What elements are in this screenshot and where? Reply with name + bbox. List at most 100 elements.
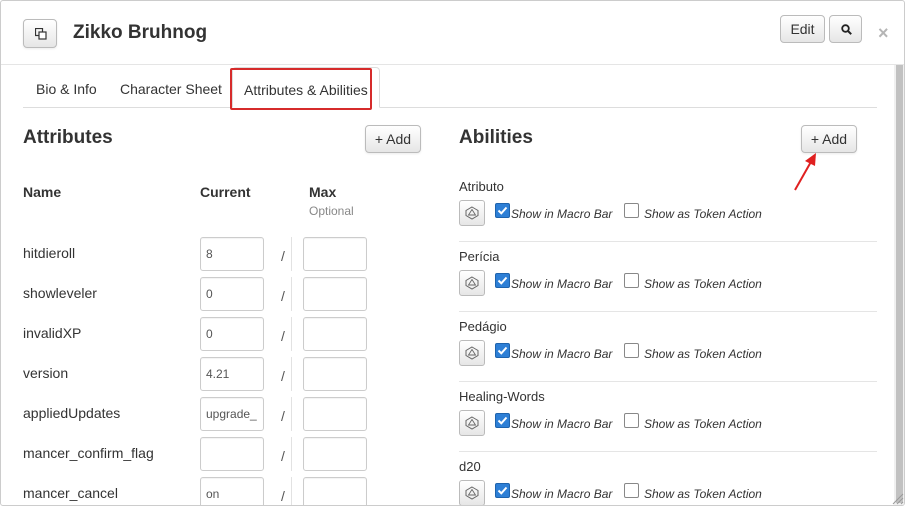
attribute-divider <box>291 397 292 431</box>
tab-bio-info[interactable]: Bio & Info <box>36 67 97 108</box>
character-dialog: Zikko Bruhnog Edit × Bio & Info Characte… <box>0 0 905 506</box>
attribute-slash: / <box>281 248 285 264</box>
roll-button[interactable] <box>459 340 485 366</box>
attribute-max-input[interactable] <box>303 237 367 271</box>
attribute-slash: / <box>281 488 285 504</box>
macro-bar-checkbox[interactable] <box>495 203 510 218</box>
attribute-slash: / <box>281 368 285 384</box>
attribute-max-input[interactable] <box>303 437 367 471</box>
macro-bar-label: Show in Macro Bar <box>511 347 613 361</box>
attribute-current-input[interactable]: 0 <box>200 277 264 311</box>
attribute-max-input[interactable] <box>303 477 367 505</box>
attribute-current-input[interactable]: 4.21 <box>200 357 264 391</box>
attribute-divider <box>291 477 292 505</box>
column-header-max-optional: Optional <box>309 204 354 218</box>
attribute-name: invalidXP <box>23 325 82 341</box>
attribute-slash: / <box>281 408 285 424</box>
attribute-name: hitdieroll <box>23 245 76 261</box>
attribute-slash: / <box>281 288 285 304</box>
token-action-label: Show as Token Action <box>644 207 762 221</box>
macro-bar-label: Show in Macro Bar <box>511 207 613 221</box>
tab-character-sheet[interactable]: Character Sheet <box>120 67 222 108</box>
popout-button[interactable] <box>23 19 57 48</box>
attribute-divider <box>291 437 292 471</box>
roll-button[interactable] <box>459 270 485 296</box>
macro-bar-label: Show in Macro Bar <box>511 487 613 501</box>
token-action-label: Show as Token Action <box>644 417 762 431</box>
ability-name[interactable]: Atributo <box>459 179 504 194</box>
tab-highlight-annotation <box>230 68 372 110</box>
attribute-name: version <box>23 365 69 381</box>
attribute-current-input[interactable]: 8 <box>200 237 264 271</box>
ability-name[interactable]: d20 <box>459 459 481 474</box>
token-action-checkbox[interactable] <box>624 413 639 428</box>
add-attribute-button[interactable]: + Add <box>365 125 421 153</box>
attribute-current-input[interactable]: upgrade_ <box>200 397 264 431</box>
attribute-max-input[interactable] <box>303 277 367 311</box>
attributes-title: Attributes <box>23 127 113 148</box>
attribute-slash: / <box>281 448 285 464</box>
token-action-checkbox[interactable] <box>624 273 639 288</box>
d20-dice-icon <box>465 206 479 220</box>
scrollbar-thumb[interactable] <box>896 65 903 503</box>
attribute-current-input[interactable]: 0 <box>200 317 264 351</box>
column-header-name: Name <box>23 184 62 200</box>
attribute-max-input[interactable] <box>303 357 367 391</box>
macro-bar-label: Show in Macro Bar <box>511 277 613 291</box>
attribute-row: mancer_cancel on / <box>23 477 423 505</box>
column-header-current: Current <box>200 184 251 200</box>
vertical-scrollbar[interactable] <box>894 65 904 505</box>
ability-name[interactable]: Perícia <box>459 249 499 264</box>
character-name: Zikko Bruhnog <box>73 22 208 43</box>
d20-dice-icon <box>465 346 479 360</box>
ability-row: Pedágio Show in Macro Bar Show as Token … <box>459 312 877 382</box>
checkmark-icon <box>497 206 508 215</box>
roll-button[interactable] <box>459 410 485 436</box>
checkmark-icon <box>497 416 508 425</box>
checkmark-icon <box>497 276 508 285</box>
roll-button[interactable] <box>459 200 485 226</box>
search-icon <box>841 24 852 35</box>
attribute-current-input[interactable] <box>200 437 264 471</box>
d20-dice-icon <box>465 276 479 290</box>
attribute-current-input[interactable]: on <box>200 477 264 505</box>
attribute-divider <box>291 317 292 351</box>
abilities-title: Abilities <box>459 127 533 148</box>
attribute-name: showleveler <box>23 285 97 301</box>
checkmark-icon <box>497 346 508 355</box>
attribute-max-input[interactable] <box>303 317 367 351</box>
macro-bar-checkbox[interactable] <box>495 343 510 358</box>
token-action-label: Show as Token Action <box>644 347 762 361</box>
token-action-checkbox[interactable] <box>624 203 639 218</box>
resize-grip-icon[interactable] <box>890 491 904 505</box>
close-icon[interactable]: × <box>878 23 889 43</box>
macro-bar-checkbox[interactable] <box>495 413 510 428</box>
macro-bar-checkbox[interactable] <box>495 483 510 498</box>
ability-name[interactable]: Pedágio <box>459 319 507 334</box>
ability-row: Perícia Show in Macro Bar Show as Token … <box>459 242 877 312</box>
roll-button[interactable] <box>459 480 485 505</box>
attribute-divider <box>291 357 292 391</box>
dialog-titlebar: Zikko Bruhnog Edit × <box>1 1 904 65</box>
column-header-max: Max <box>309 184 337 200</box>
token-action-checkbox[interactable] <box>624 483 639 498</box>
attribute-name: mancer_cancel <box>23 485 118 501</box>
token-action-checkbox[interactable] <box>624 343 639 358</box>
checkmark-icon <box>497 486 508 495</box>
ability-name[interactable]: Healing-Words <box>459 389 545 404</box>
d20-dice-icon <box>465 416 479 430</box>
edit-button[interactable]: Edit <box>780 15 825 43</box>
popout-icon <box>35 28 47 40</box>
attribute-divider <box>291 237 292 271</box>
attribute-slash: / <box>281 328 285 344</box>
macro-bar-label: Show in Macro Bar <box>511 417 613 431</box>
ability-row: Healing-Words Show in Macro Bar Show as … <box>459 382 877 452</box>
macro-bar-checkbox[interactable] <box>495 273 510 288</box>
token-action-label: Show as Token Action <box>644 487 762 501</box>
ability-row: d20 Show in Macro Bar Show as Token Acti… <box>459 452 877 505</box>
search-button[interactable] <box>829 15 862 43</box>
attribute-max-input[interactable] <box>303 397 367 431</box>
token-action-label: Show as Token Action <box>644 277 762 291</box>
attribute-divider <box>291 277 292 311</box>
add-ability-button[interactable]: + Add <box>801 125 857 153</box>
